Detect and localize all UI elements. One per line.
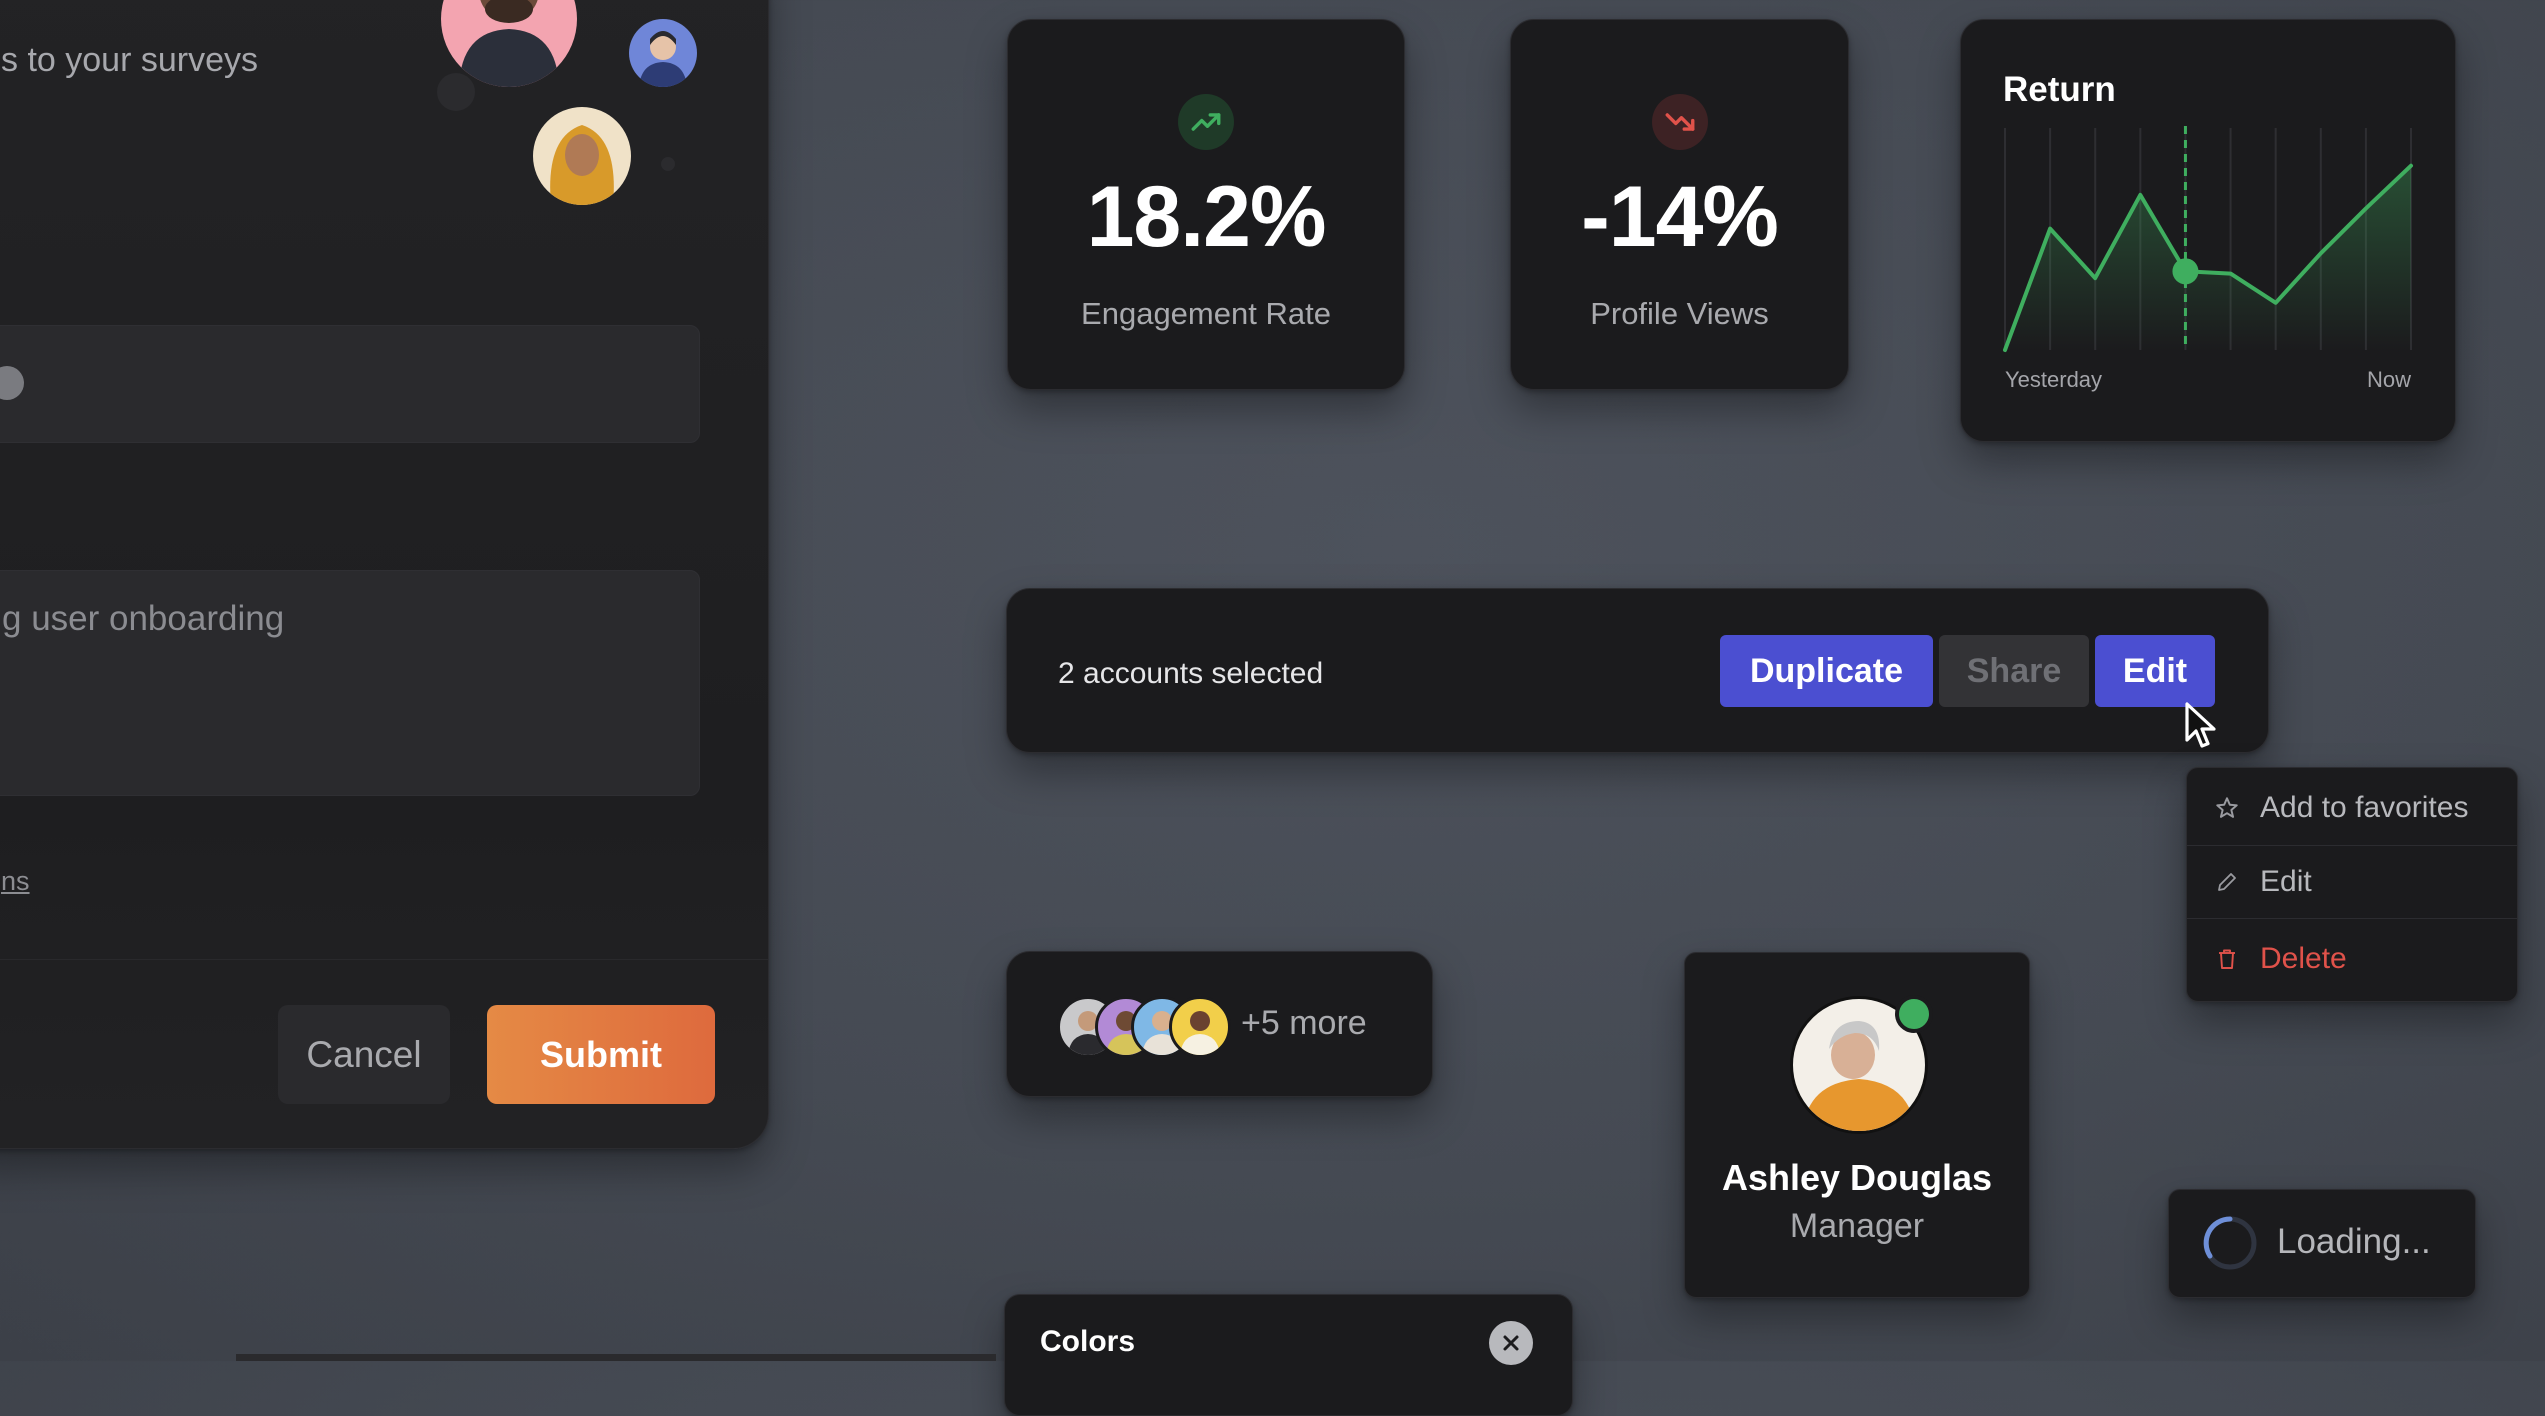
chart-x-end-label: Now — [2366, 367, 2411, 392]
menu-divider — [2187, 918, 2517, 919]
decorative-dot — [661, 157, 675, 171]
menu-item-add-to-favorites[interactable]: Add to favorites — [2187, 772, 2517, 844]
stat-value: -14% — [1581, 169, 1779, 265]
avatar — [629, 19, 697, 87]
menu-item-label: Delete — [2260, 942, 2347, 975]
star-icon — [2212, 793, 2242, 823]
colors-panel: Colors — [1004, 1294, 1573, 1416]
survey-input-field[interactable] — [0, 325, 700, 443]
cancel-button[interactable]: Cancel — [278, 1005, 450, 1104]
menu-item-label: Edit — [2260, 865, 2312, 898]
menu-item-delete[interactable]: Delete — [2187, 923, 2517, 995]
chart-x-start-label: Yesterday — [2005, 367, 2103, 392]
selection-count-text: 2 accounts selected — [1058, 657, 1324, 690]
close-icon[interactable] — [1489, 1321, 1533, 1365]
stat-card-profile-views: -14% Profile Views — [1510, 19, 1849, 390]
profile-role: Manager — [1789, 1207, 1925, 1245]
survey-description-field[interactable]: g user onboarding — [0, 570, 700, 796]
survey-description-value: g user onboarding — [2, 599, 285, 638]
footer-divider — [0, 959, 768, 960]
avatar — [1169, 996, 1231, 1058]
stat-label: Engagement Rate — [1081, 296, 1331, 331]
avatar — [533, 107, 631, 205]
survey-subtitle: s to your surveys — [1, 41, 258, 79]
bottom-strip — [236, 1354, 996, 1361]
survey-terms-link[interactable]: ns — [1, 866, 30, 897]
loading-indicator: Loading... — [2168, 1189, 2476, 1298]
mouse-cursor-icon — [2185, 702, 2216, 748]
menu-item-label: Add to favorites — [2260, 791, 2469, 824]
trending-up-icon — [1178, 94, 1234, 150]
colors-panel-title: Colors — [1040, 1325, 1136, 1358]
decorative-dot — [437, 73, 475, 111]
share-button[interactable]: Share — [1939, 635, 2089, 707]
chart-area — [2005, 165, 2411, 350]
stat-label: Profile Views — [1590, 296, 1769, 331]
selection-toolbar: 2 accounts selected Duplicate Share Edit — [1006, 588, 2269, 753]
trending-down-icon — [1651, 94, 1708, 150]
spinner-icon — [2203, 1216, 2257, 1270]
menu-item-edit[interactable]: Edit — [2187, 846, 2517, 918]
context-menu: Add to favorites Edit Delete — [2186, 767, 2518, 1002]
trash-icon — [2212, 944, 2242, 974]
chart-hover-point[interactable] — [2172, 258, 2199, 285]
profile-name: Ashley Douglas — [1721, 1157, 1993, 1198]
more-avatars-label: +5 more — [1241, 1004, 1367, 1042]
online-status-dot — [1895, 995, 1933, 1033]
loading-label: Loading... — [2277, 1222, 2431, 1261]
return-chart-card: Return Yesterday Now — [1960, 19, 2456, 442]
submit-button[interactable]: Submit — [487, 1005, 715, 1104]
field-control-icon[interactable] — [0, 366, 24, 400]
edit-button[interactable]: Edit — [2095, 635, 2215, 707]
avatar-stack-card[interactable]: +5 more — [1006, 951, 1433, 1097]
duplicate-button[interactable]: Duplicate — [1720, 635, 1933, 707]
profile-card: Ashley Douglas Manager — [1684, 952, 2030, 1298]
stat-value: 18.2% — [1086, 169, 1327, 265]
survey-modal: s to your surveys g user onboarding ns C… — [0, 0, 769, 1149]
pencil-icon — [2212, 867, 2242, 897]
stat-card-engagement: 18.2% Engagement Rate — [1007, 19, 1405, 390]
